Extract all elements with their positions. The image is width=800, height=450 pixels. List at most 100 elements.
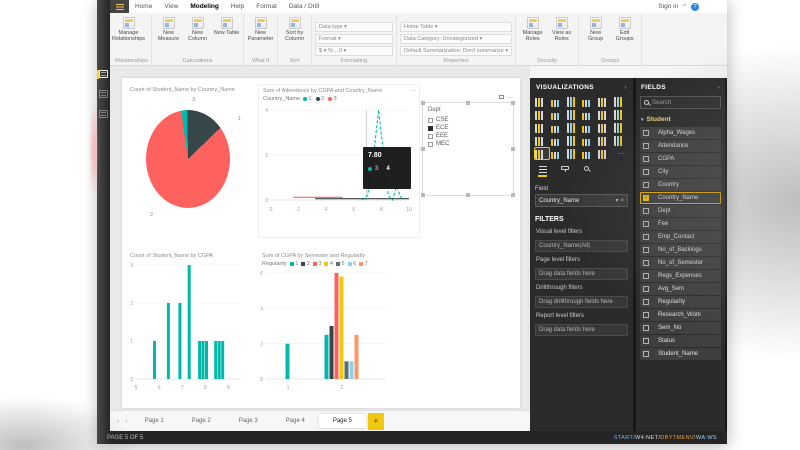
card-icon[interactable] [582, 135, 596, 146]
field-row[interactable]: Regularity [640, 296, 721, 308]
page-nav-left-icon[interactable]: ‹ [114, 418, 122, 425]
field-checkbox[interactable] [643, 143, 649, 149]
ribbon-chart-icon[interactable] [614, 109, 628, 120]
model-view-icon[interactable] [99, 110, 108, 118]
field-row[interactable]: Status [640, 335, 721, 347]
field-checkbox[interactable] [643, 299, 649, 305]
ribbon-button[interactable]: New Group [582, 17, 609, 43]
slicer-item[interactable]: MEC [423, 139, 513, 147]
ribbon-dropdown[interactable]: Data Category: Uncategorized ▾ [400, 34, 512, 44]
100-stacked-column-chart-icon[interactable] [614, 96, 628, 107]
resize-handle[interactable] [511, 147, 515, 151]
ribbon-button[interactable]: New Table [213, 17, 240, 36]
resize-handle[interactable] [511, 193, 515, 197]
help-icon[interactable]: ? [691, 3, 699, 11]
field-checkbox[interactable] [643, 169, 649, 175]
multi-row-card-icon[interactable] [598, 135, 612, 146]
field-checkbox[interactable] [643, 260, 649, 266]
field-row[interactable]: No_of_Semester [640, 257, 721, 269]
page-tab[interactable]: Page 3 [225, 414, 272, 428]
map-icon[interactable] [614, 122, 628, 133]
file-menu-button[interactable] [110, 0, 129, 13]
donut-chart-icon[interactable] [582, 122, 596, 133]
field-checkbox[interactable] [643, 130, 649, 136]
data-view-icon[interactable] [99, 90, 108, 98]
collapse-panel-icon[interactable]: › [718, 84, 720, 91]
field-row[interactable]: CGPA [640, 153, 721, 165]
expander-icon[interactable]: ▾ [641, 117, 644, 123]
fields-tab[interactable] [538, 166, 547, 177]
ribbon-button[interactable]: Edit Groups [611, 17, 638, 43]
focus-mode-icon[interactable] [499, 95, 504, 99]
legend-entry[interactable]: 2 [316, 96, 325, 102]
field-row[interactable]: Country_Name [640, 192, 721, 204]
field-row[interactable]: Avg_Sem [640, 283, 721, 295]
ribbon-dropdown[interactable]: Format ▾ [315, 34, 393, 44]
field-row[interactable]: Emp_Contact [640, 231, 721, 243]
ribbon-button[interactable]: Manage Roles [519, 17, 546, 43]
filter-row[interactable]: Drillthrough filters [535, 282, 628, 294]
pie-chart[interactable] [146, 110, 230, 208]
legend-entry[interactable]: 3 [313, 261, 322, 267]
slicer-visual[interactable]: … Dept CSE [422, 102, 514, 196]
collapse-ribbon-icon[interactable]: ^ [683, 4, 686, 10]
table-row[interactable]: ▾ Student [640, 114, 721, 126]
clustered-column-visual[interactable]: Sum of CGPA by Semester and Regularity R… [258, 250, 398, 408]
filter-row[interactable]: Report level filters [535, 310, 628, 322]
menu-tab[interactable]: View [158, 3, 184, 10]
field-row[interactable]: City [640, 166, 721, 178]
ribbon-button[interactable]: New Parameter [247, 17, 274, 43]
resize-handle[interactable] [466, 193, 470, 197]
clustered-column-chart-icon[interactable] [582, 96, 596, 107]
more-visuals-icon[interactable] [614, 148, 628, 159]
field-checkbox[interactable] [643, 286, 649, 292]
field-checkbox[interactable] [643, 338, 649, 344]
waterfall-chart-icon[interactable] [535, 122, 549, 133]
field-checkbox[interactable] [643, 247, 649, 253]
line-chart-visual[interactable]: … Sum of Attendance by CGPA and Country_… [258, 84, 420, 238]
chevron-down-icon[interactable]: ▾ [615, 197, 618, 204]
field-checkbox[interactable] [643, 234, 649, 240]
page-tab[interactable]: Page 2 [178, 414, 225, 428]
field-checkbox[interactable] [643, 182, 649, 188]
ribbon-dropdown[interactable]: Default Summarization: Don't summarize ▾ [400, 46, 512, 56]
resize-handle[interactable] [511, 101, 515, 105]
stacked-area-chart-icon[interactable] [567, 109, 581, 120]
field-well-pill[interactable]: Country_Name ▾ × [535, 194, 628, 207]
resize-handle[interactable] [466, 101, 470, 105]
slicer-item[interactable]: CSE [423, 115, 513, 123]
filter-row[interactable]: Drag data fields here [535, 268, 628, 280]
checkbox[interactable] [428, 126, 433, 131]
field-checkbox[interactable] [643, 221, 649, 227]
field-row[interactable]: Research_Work [640, 309, 721, 321]
pie-chart-visual[interactable]: Count of Student_Name by Country_Name 3 … [126, 84, 252, 240]
field-row[interactable]: No_of_Backlogs [640, 244, 721, 256]
field-checkbox[interactable] [643, 195, 649, 201]
menu-tab[interactable]: Data / Drill [283, 3, 325, 10]
legend-entry[interactable]: 1 [303, 96, 312, 102]
analytics-tab[interactable] [582, 166, 591, 177]
field-checkbox[interactable] [643, 273, 649, 279]
format-tab[interactable] [560, 166, 569, 177]
legend-entry[interactable]: 3 [328, 96, 337, 102]
bar-chart[interactable]: 012356789 [126, 259, 252, 393]
page-tab[interactable]: Page 1 [131, 414, 178, 428]
legend-entry[interactable]: 6 [348, 261, 357, 267]
menu-tab[interactable]: Home [129, 3, 158, 10]
collapse-panel-icon[interactable]: › [625, 84, 627, 91]
filter-row[interactable]: Drag drillthrough fields here [535, 296, 628, 308]
clustered-column-chart[interactable]: 024612 [258, 267, 398, 401]
field-row[interactable]: Fee [640, 218, 721, 230]
stacked-column-chart-icon[interactable] [551, 96, 565, 107]
legend-entry[interactable]: 1 [290, 261, 299, 267]
field-row[interactable]: Alpha_Wages [640, 127, 721, 139]
page-nav-right-icon[interactable]: › [122, 418, 130, 425]
menu-tab[interactable]: Help [225, 3, 250, 10]
field-checkbox[interactable] [643, 156, 649, 162]
report-page[interactable]: Count of Student_Name by Country_Name 3 … [122, 78, 520, 408]
legend-entry[interactable]: 5 [336, 261, 345, 267]
field-checkbox[interactable] [643, 325, 649, 331]
pie-chart-icon[interactable] [567, 122, 581, 133]
field-row[interactable]: Attendance [640, 140, 721, 152]
ribbon-dropdown[interactable]: Home Table ▾ [400, 22, 512, 32]
